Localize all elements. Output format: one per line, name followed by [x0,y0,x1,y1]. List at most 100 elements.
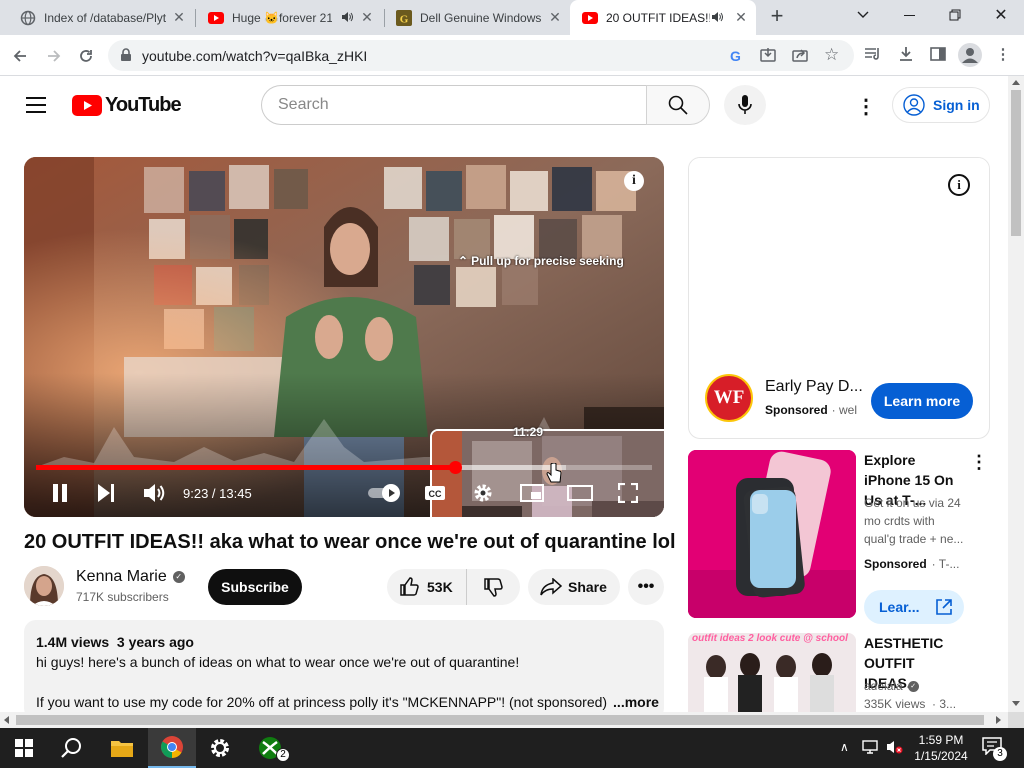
sign-in-button[interactable]: Sign in [892,87,990,123]
autoplay-toggle[interactable] [368,484,404,502]
advertiser-logo: WF [705,374,753,422]
reading-list-icon[interactable] [864,46,882,64]
audio-playing-icon[interactable] [341,11,353,23]
scrubber-handle[interactable] [448,461,462,474]
next-button[interactable] [97,484,115,507]
video-title: 20 OUTFIT IDEAS!! aka what to wear once … [24,531,676,553]
related-video-1[interactable]: outfit ideas 2 look cute @ school AESTHE… [688,633,990,713]
taskbar-search-button[interactable] [48,728,96,768]
arrow-right-icon [48,50,61,62]
like-button[interactable]: 53K [387,569,467,605]
audio-playing-icon[interactable] [711,11,723,23]
xbox-taskbar-button[interactable]: 2 [246,728,294,768]
xbox-badge: 2 [276,748,290,762]
tab-3[interactable]: 20 OUTFIT IDEAS!! ✕ [570,0,756,35]
back-button[interactable] [6,42,34,70]
tab-2[interactable]: G Dell Genuine Windows ✕ [384,0,570,35]
external-link-icon [936,599,953,615]
show-more-link[interactable]: ...more [613,692,659,712]
side-panel-icon[interactable] [929,46,947,64]
channel-name-text: Kenna Marie [76,568,167,585]
subtitles-button[interactable]: CC [424,485,446,506]
close-window-button[interactable]: ✕ [978,0,1024,30]
more-actions-button[interactable]: ••• [628,569,664,605]
description-box[interactable]: 1.4M views 3 years ago hi guys! here's a… [24,620,664,720]
start-button[interactable] [0,728,48,768]
scroll-thumb[interactable] [1011,90,1021,236]
volume-muted-icon[interactable] [886,740,904,759]
fullscreen-button[interactable] [617,482,639,508]
search-button[interactable] [646,85,710,125]
youtube-logo[interactable]: YouTube [72,94,182,117]
skip-next-icon [98,484,114,502]
close-tab-icon[interactable]: ✕ [172,10,186,24]
theater-mode-button[interactable] [567,485,593,506]
mute-button[interactable] [143,483,165,508]
search-input[interactable]: Search [261,85,647,125]
lock-icon[interactable] [120,48,132,67]
forward-button[interactable] [40,42,68,70]
chrome-menu-icon[interactable]: ⋮ [994,46,1012,64]
ad2-more-options-icon[interactable]: ⋮ [970,452,988,473]
seek-hint: ⌃ Pull up for precise seeking [458,254,624,268]
profile-avatar-icon[interactable] [958,43,982,67]
video-player[interactable]: i ⌃ Pull up for precise seeking 11:29 9:… [24,157,664,517]
dislike-button[interactable] [467,569,519,605]
scroll-thumb[interactable] [16,715,984,725]
info-icon[interactable]: i [624,171,644,191]
minimize-button[interactable] [886,0,932,30]
chrome-taskbar-button[interactable] [148,728,196,768]
show-hidden-icons-icon[interactable]: ∧ [840,740,849,754]
google-lens-icon[interactable]: G [730,48,741,64]
tab-0[interactable]: Index of /database/Plyt ✕ [8,0,194,35]
tab-1[interactable]: Huge 🐱forever 21 ✕ [196,0,382,35]
pause-button[interactable] [52,484,68,507]
close-tab-icon[interactable]: ✕ [734,10,748,24]
clock[interactable]: 1:59 PM 1/15/2024 [914,732,968,764]
tab-search-button[interactable] [840,0,886,30]
search-icon [668,95,688,115]
close-tab-icon[interactable]: ✕ [360,10,374,24]
share-icon[interactable] [792,47,808,68]
scroll-right-arrow-icon[interactable] [996,716,1001,724]
scroll-left-arrow-icon[interactable] [4,716,9,724]
vertical-scrollbar[interactable] [1008,76,1024,712]
horizontal-scrollbar[interactable] [0,712,1008,728]
settings-button[interactable] [473,483,493,508]
close-tab-icon[interactable]: ✕ [548,10,562,24]
learn-more-button[interactable]: Learn more [871,383,973,419]
subscribe-button[interactable]: Subscribe [208,569,302,605]
notification-count: 3 [993,747,1007,761]
new-tab-button[interactable]: + [766,5,788,28]
more-options-icon[interactable]: ⋮ [856,94,876,119]
channel-name[interactable]: Kenna Marie ✓ [76,568,185,586]
scroll-up-arrow-icon[interactable] [1012,80,1020,85]
video-thumbnail: outfit ideas 2 look cute @ school [688,633,856,713]
scroll-down-arrow-icon[interactable] [1012,701,1020,706]
miniplayer-button[interactable] [520,484,544,507]
file-explorer-button[interactable] [98,728,146,768]
restore-button[interactable] [932,0,978,30]
url-text[interactable]: youtube.com/watch?v=qaIBka_zHKI [142,48,367,64]
tab-strip: Index of /database/Plyt ✕ Huge 🐱forever … [0,0,1024,35]
ad-info-icon[interactable]: i [948,174,970,196]
settings-taskbar-button[interactable] [196,728,244,768]
downloads-icon[interactable] [897,46,915,64]
install-app-icon[interactable] [760,47,776,68]
channel-avatar[interactable] [24,566,64,606]
reload-button[interactable] [72,42,100,70]
share-button[interactable]: Share [528,569,620,605]
like-count: 53K [427,579,453,595]
ad-card-1[interactable]: i WF Early Pay D... Sponsored · wel Lear… [688,157,990,439]
bookmark-star-icon[interactable]: ☆ [824,45,839,65]
ad2-meta: Sponsored · T-... [864,557,959,571]
address-bar[interactable]: youtube.com/watch?v=qaIBka_zHKI G ☆ [108,40,854,71]
verified-check-icon: ✓ [172,571,185,583]
notification-center-button[interactable]: 3 [982,737,1007,761]
hamburger-menu-icon[interactable] [26,97,46,113]
ad2-learn-more-button[interactable]: Lear... [864,590,964,624]
voice-search-button[interactable] [724,85,766,125]
ad-card-2[interactable]: Explore iPhone 15 On Us at T-... ⋮ Get i… [688,450,990,626]
description-line-2: If you want to use my code for 20% off a… [36,694,608,710]
network-icon[interactable] [862,740,878,759]
